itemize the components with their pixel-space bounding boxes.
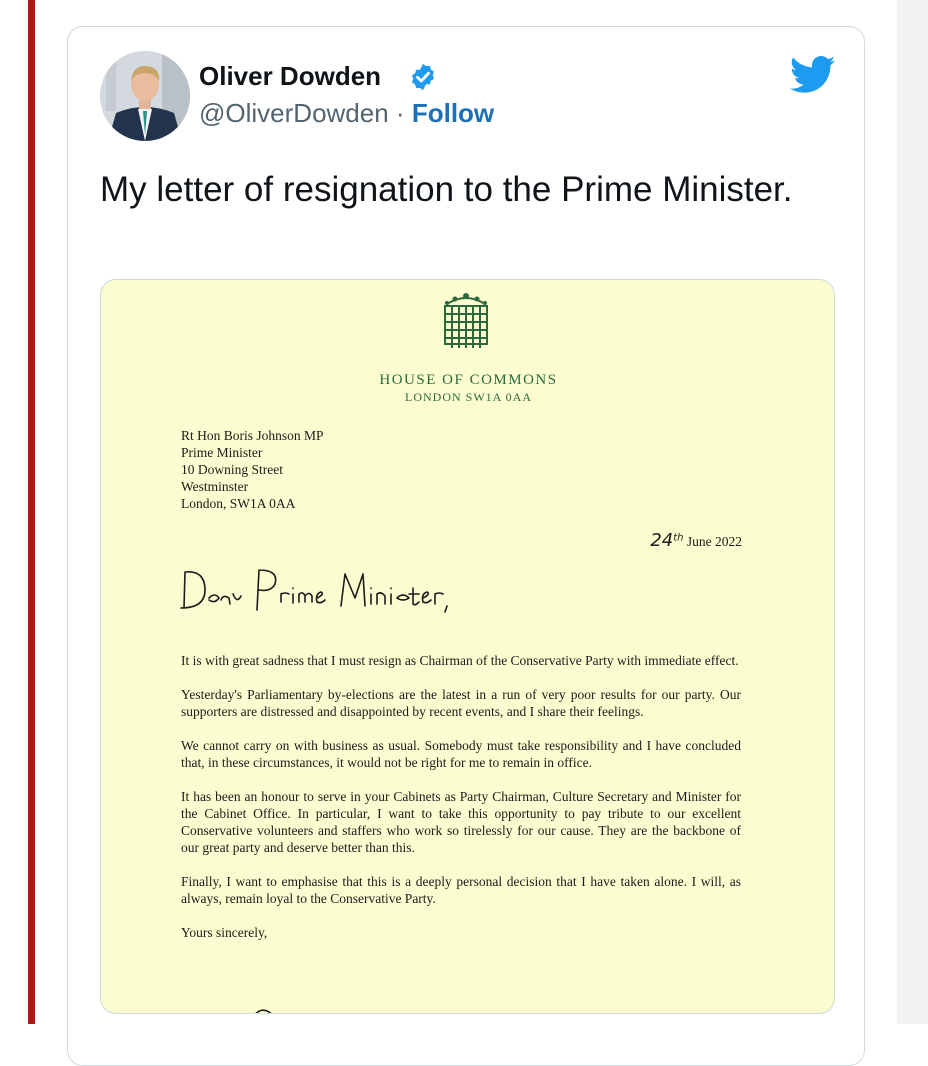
letterhead-address: LONDON SW1A 0AA (405, 390, 532, 404)
recipient-line: Westminster (181, 479, 249, 494)
recipient-line: London, SW1A 0AA (181, 496, 296, 511)
tweet-embed-card[interactable]: Oliver Dowden @OliverDowden · Follow My … (67, 26, 865, 1066)
author-avatar[interactable] (100, 51, 190, 141)
recipient-line: Rt Hon Boris Johnson MP (181, 428, 324, 443)
letter-paragraph: It is with great sadness that I must res… (181, 653, 739, 668)
recipient-address: Rt Hon Boris Johnson MP Prime Minister 1… (181, 427, 324, 512)
author-photo (100, 51, 190, 141)
verified-badge-icon (412, 63, 434, 91)
page-gutter (897, 0, 928, 1024)
author-name[interactable]: Oliver Dowden (199, 61, 381, 92)
recipient-line: 10 Downing Street (181, 462, 283, 477)
date-suffix: th (673, 532, 684, 544)
left-accent-bar (28, 0, 35, 1024)
letter-paragraph: Yesterday's Parliamentary by-elections a… (181, 687, 741, 719)
letterhead-title: HOUSE OF COMMONS (379, 372, 558, 388)
letter-date: 24th June 2022 (650, 530, 742, 551)
letter-sign-off: Yours sincerely, (181, 925, 268, 940)
letter-paragraph: We cannot carry on with business as usua… (181, 738, 741, 770)
handwritten-salutation (180, 569, 448, 613)
letter-paragraph: Finally, I want to emphasise that this i… (181, 874, 741, 906)
date-day: 24 (650, 530, 674, 551)
handwritten-signature (255, 1009, 272, 1013)
follow-link[interactable]: Follow (412, 98, 494, 128)
tweet-text: My letter of resignation to the Prime Mi… (100, 170, 793, 209)
author-handle[interactable]: @OliverDowden (199, 98, 389, 128)
date-month-year: June 2022 (686, 534, 742, 549)
letter-paragraph: It has been an honour to serve in your C… (181, 789, 741, 855)
letter-body: It is with great sadness that I must res… (181, 652, 741, 958)
twitter-bird-icon[interactable] (790, 55, 836, 95)
handle-separator: · (395, 98, 405, 128)
recipient-line: Prime Minister (181, 445, 263, 460)
tweet-media-letter[interactable]: HOUSE OF COMMONS LONDON SW1A 0AA Rt Hon … (100, 279, 835, 1014)
author-handle-row: @OliverDowden · Follow (199, 98, 494, 129)
portcullis-crest-icon (444, 293, 488, 348)
